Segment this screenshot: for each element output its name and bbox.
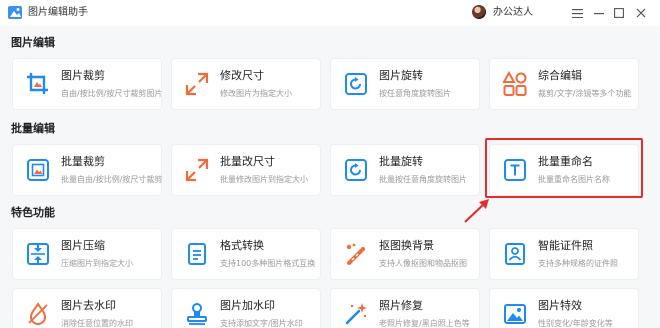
card-name: 照片修复 bbox=[379, 299, 423, 312]
card-add-watermark[interactable]: 图片加水印 支持添加文字/图片水印 bbox=[171, 288, 321, 328]
avatar[interactable] bbox=[472, 5, 486, 19]
compress-icon bbox=[27, 243, 49, 265]
resize-icon bbox=[185, 72, 209, 96]
section-title-image-edit: 图片编辑 bbox=[11, 36, 55, 49]
shapes-icon bbox=[502, 71, 527, 96]
maximize-icon[interactable] bbox=[610, 4, 628, 22]
arrow-annotation-icon bbox=[464, 199, 489, 223]
card-rotate[interactable]: 图片旋转 按任意角度旋转图片 bbox=[330, 58, 480, 110]
card-desc: 批量修改图片到指定大小 bbox=[220, 175, 308, 184]
card-desc: 批量按任意角度旋转图片 bbox=[379, 175, 467, 184]
batch-resize-icon bbox=[185, 158, 209, 182]
crop-icon bbox=[27, 73, 48, 94]
card-desc: 支持100多种图片格式互换 bbox=[220, 259, 316, 268]
card-name: 智能证件照 bbox=[538, 239, 593, 252]
card-desc: 裁剪/文字/涂镜等多个功能 bbox=[538, 89, 632, 98]
photo-effect-icon bbox=[504, 304, 526, 324]
highlight-box bbox=[485, 138, 643, 198]
section-title-batch-edit: 批量编辑 bbox=[11, 122, 55, 135]
app-title: 图片编辑助手 bbox=[28, 7, 88, 18]
card-batch-rotate[interactable]: 批量旋转 批量按任意角度旋转图片 bbox=[330, 144, 480, 196]
card-compress[interactable]: 图片压缩 压缩图片到指定大小 bbox=[12, 228, 162, 280]
user-name[interactable]: 办公达人 bbox=[493, 6, 533, 20]
cutout-icon bbox=[346, 243, 365, 265]
card-desc: 修改图片为指定大小 bbox=[220, 89, 292, 98]
card-desc: 批量自由/按比例/按尺寸裁剪 bbox=[61, 175, 163, 184]
card-desc: 支持添加文字/图片水印 bbox=[220, 319, 303, 328]
card-format-convert[interactable]: 格式转换 支持100多种图片格式互换 bbox=[171, 228, 321, 280]
close-icon[interactable] bbox=[632, 4, 650, 22]
card-comprehensive-edit[interactable]: 综合编辑 裁剪/文字/涂镜等多个功能 bbox=[489, 58, 639, 110]
batch-crop-icon bbox=[27, 159, 49, 181]
card-name: 抠图换背景 bbox=[379, 239, 434, 252]
id-photo-icon bbox=[505, 243, 525, 265]
batch-rotate-icon bbox=[345, 159, 367, 181]
card-cutout-background[interactable]: 抠图换背景 支持人像抠图和物品抠图 bbox=[330, 228, 480, 280]
card-name: 图片去水印 bbox=[61, 299, 116, 312]
app-logo-icon bbox=[8, 6, 22, 19]
card-name: 修改尺寸 bbox=[220, 69, 264, 82]
card-name: 批量旋转 bbox=[379, 155, 423, 168]
card-remove-watermark[interactable]: 图片去水印 消除任意位置的水印 bbox=[12, 288, 162, 328]
card-image-crop[interactable]: 图片裁剪 自由/按比例/按尺寸裁剪图片 bbox=[12, 58, 162, 110]
format-convert-icon bbox=[188, 243, 206, 265]
card-batch-resize[interactable]: 批量改尺寸 批量修改图片到指定大小 bbox=[171, 144, 321, 196]
hamburger-menu-icon[interactable] bbox=[568, 4, 586, 22]
card-name: 图片压缩 bbox=[61, 239, 105, 252]
card-name: 图片特效 bbox=[538, 299, 582, 312]
card-name: 格式转换 bbox=[220, 239, 264, 252]
card-name: 批量裁剪 bbox=[61, 155, 105, 168]
section-title-features: 特色功能 bbox=[11, 206, 55, 219]
card-desc: 压缩图片到指定大小 bbox=[61, 259, 133, 268]
card-desc: 性别变化/年龄变化等 bbox=[538, 319, 613, 328]
card-desc: 支持人像抠图和物品抠图 bbox=[379, 259, 467, 268]
card-desc: 按任意角度旋转图片 bbox=[379, 89, 451, 98]
card-name: 批量改尺寸 bbox=[220, 155, 275, 168]
card-batch-crop[interactable]: 批量裁剪 批量自由/按比例/按尺寸裁剪 bbox=[12, 144, 162, 196]
card-resize[interactable]: 修改尺寸 修改图片为指定大小 bbox=[171, 58, 321, 110]
card-id-photo[interactable]: 智能证件照 支持多种规格的证件照 bbox=[489, 228, 639, 280]
card-name: 综合编辑 bbox=[538, 69, 582, 82]
add-watermark-icon bbox=[187, 303, 207, 325]
rotate-icon bbox=[345, 73, 367, 95]
card-desc: 消除任意位置的水印 bbox=[61, 319, 133, 328]
card-photo-repair[interactable]: 照片修复 老照片修复/黑白照上色等 bbox=[330, 288, 480, 328]
card-desc: 支持多种规格的证件照 bbox=[538, 259, 618, 268]
card-name: 图片裁剪 bbox=[61, 69, 105, 82]
card-desc: 自由/按比例/按尺寸裁剪图片 bbox=[61, 89, 163, 98]
card-desc: 老照片修复/黑白照上色等 bbox=[379, 319, 470, 328]
title-bar: 图片编辑助手 办公达人 bbox=[0, 0, 660, 26]
card-name: 图片旋转 bbox=[379, 69, 423, 82]
card-photo-effect[interactable]: 图片特效 性别变化/年龄变化等 bbox=[489, 288, 639, 328]
minimize-icon[interactable] bbox=[590, 4, 608, 22]
remove-watermark-icon bbox=[28, 302, 48, 325]
photo-repair-icon bbox=[345, 303, 367, 325]
card-name: 图片加水印 bbox=[220, 299, 275, 312]
